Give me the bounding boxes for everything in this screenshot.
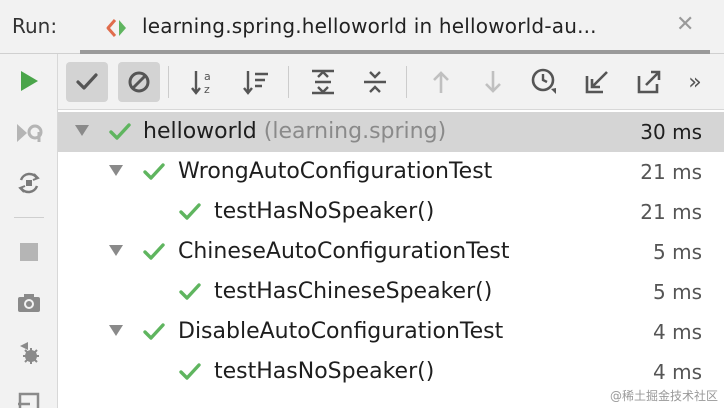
prev-failed-icon[interactable] [420, 62, 462, 102]
passed-check-icon [143, 243, 165, 260]
tree-row-label: testHasNoSpeaker() [214, 199, 435, 224]
duration-label: 4 ms [653, 360, 702, 384]
tree-row-test-class[interactable]: WrongAutoConfigurationTest 21 ms [58, 152, 724, 192]
toolbar-separator [168, 66, 169, 98]
duration-label: 21 ms [640, 200, 702, 224]
passed-check-icon [143, 323, 165, 340]
expand-arrow-icon[interactable] [108, 242, 124, 258]
stop-icon[interactable] [14, 237, 44, 267]
passed-check-icon [109, 123, 131, 140]
next-failed-icon[interactable] [472, 62, 514, 102]
tree-row-test-method[interactable]: testHasNoSpeaker() 21 ms [58, 192, 724, 232]
left-toolbar [0, 54, 58, 408]
run-header: Run: learning.spring.helloworld in hello… [0, 0, 724, 54]
passed-check-icon [179, 283, 201, 300]
export-tests-icon[interactable] [628, 62, 670, 102]
camera-icon[interactable] [14, 288, 44, 318]
tree-row-label: ChineseAutoConfigurationTest [178, 239, 510, 264]
tree-row-label: testHasChineseSpeaker() [214, 279, 493, 304]
toolbar-separator [406, 66, 407, 98]
sort-duration-icon[interactable] [236, 62, 278, 102]
duration-label: 21 ms [640, 160, 702, 184]
show-passed-icon[interactable] [66, 62, 108, 102]
junit-config-icon [106, 19, 126, 37]
sort-alpha-icon[interactable]: az [184, 62, 226, 102]
more-icon[interactable]: » [674, 62, 716, 102]
collapse-all-icon[interactable] [354, 62, 396, 102]
show-ignored-icon[interactable] [118, 62, 160, 102]
passed-check-icon [143, 163, 165, 180]
package-label: (learning.spring) [263, 119, 447, 144]
tree-row-test-class[interactable]: DisableAutoConfigurationTest 4 ms [58, 312, 724, 352]
toggle-autotest-icon[interactable] [14, 168, 44, 198]
rerun-failed-icon[interactable] [14, 118, 44, 148]
tree-row-test-method[interactable]: testHasNoSpeaker() 4 ms [58, 352, 724, 392]
run-label: Run: [12, 14, 58, 38]
duration-label: 5 ms [653, 240, 702, 264]
watermark: @稀土掘金技术社区 [609, 389, 718, 403]
svg-text:z: z [204, 83, 210, 96]
left-toolbar-separator [14, 217, 44, 218]
passed-check-icon [179, 203, 201, 220]
svg-text:a: a [204, 70, 211, 83]
tree-row-helloworld[interactable]: helloworld (learning.spring) 30 ms [58, 112, 724, 152]
tree-row-label: DisableAutoConfigurationTest [178, 319, 504, 344]
tab-title: learning.spring.helloworld in helloworld… [142, 14, 597, 38]
test-toolbar: az » [58, 54, 724, 110]
duration-label: 5 ms [653, 280, 702, 304]
expand-all-icon[interactable] [302, 62, 344, 102]
tree-row-test-method[interactable]: testHasChineseSpeaker() 5 ms [58, 272, 724, 312]
test-history-icon[interactable] [524, 62, 566, 102]
expand-arrow-icon[interactable] [108, 322, 124, 338]
tree-row-label: WrongAutoConfigurationTest [178, 159, 493, 184]
toolbar-separator [288, 66, 289, 98]
import-tests-icon[interactable] [576, 62, 618, 102]
debug-gear-icon[interactable] [14, 338, 44, 368]
close-tab-icon[interactable]: ✕ [676, 14, 694, 36]
run-icon[interactable] [14, 66, 44, 96]
passed-check-icon [179, 363, 201, 380]
tree-row-label: testHasNoSpeaker() [214, 359, 435, 384]
tree-row-test-class[interactable]: ChineseAutoConfigurationTest 5 ms [58, 232, 724, 272]
expand-arrow-icon[interactable] [108, 162, 124, 178]
expand-arrow-icon[interactable] [74, 122, 90, 138]
duration-label: 4 ms [653, 320, 702, 344]
import-icon[interactable] [14, 388, 44, 408]
test-results-tree: helloworld (learning.spring) 30 ms Wrong… [58, 110, 724, 408]
run-config-tab[interactable]: learning.spring.helloworld in helloworld… [80, 0, 710, 54]
duration-label: 30 ms [640, 120, 702, 144]
tree-row-label: helloworld (learning.spring) [143, 119, 447, 144]
